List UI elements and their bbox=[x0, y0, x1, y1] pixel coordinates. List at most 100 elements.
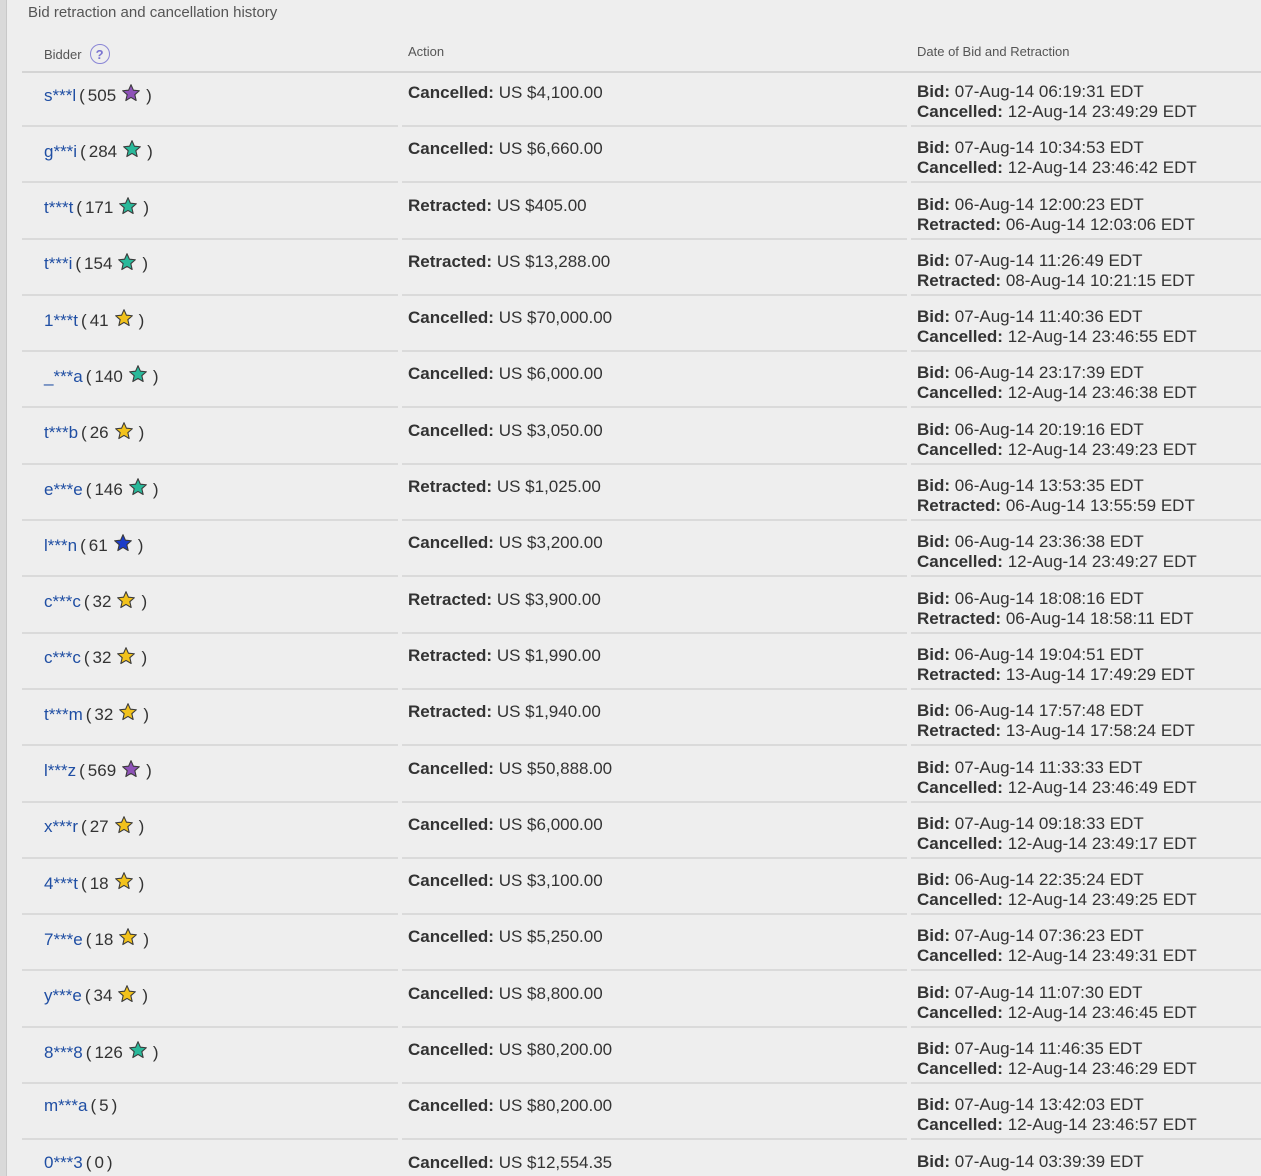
bidder-name-link[interactable]: t***b bbox=[44, 423, 78, 443]
table-row: 4***t ( 18 ) Cancelled: US $3,100.00 Bid… bbox=[22, 861, 1261, 916]
bid-label: Bid: bbox=[917, 1151, 951, 1171]
bidder-name-link[interactable]: t***m bbox=[44, 705, 83, 725]
bid-date-line: Bid: 07-Aug-14 06:19:31 EDT bbox=[917, 82, 1197, 102]
feedback-score-link[interactable]: 146 bbox=[94, 480, 122, 500]
action-amount: US $80,200.00 bbox=[498, 1040, 613, 1060]
date-text: Bid: 07-Aug-14 06:19:31 EDT Cancelled: 1… bbox=[917, 82, 1197, 122]
action-text: Cancelled: US $80,200.00 bbox=[408, 1040, 612, 1060]
bidder-name-link[interactable]: _***a bbox=[44, 367, 83, 387]
yellow-star-icon[interactable] bbox=[114, 815, 134, 835]
feedback-score-link[interactable]: 41 bbox=[90, 311, 109, 331]
date-cell: Bid: 07-Aug-14 11:40:36 EDT Cancelled: 1… bbox=[911, 298, 1261, 353]
feedback-score-link[interactable]: 32 bbox=[93, 648, 112, 668]
feedback-score-link[interactable]: 154 bbox=[84, 254, 112, 274]
bid-date-line: Bid: 07-Aug-14 11:40:36 EDT bbox=[917, 307, 1197, 327]
feedback-score-link[interactable]: 171 bbox=[85, 198, 113, 218]
yellow-star-icon[interactable] bbox=[114, 421, 134, 441]
bidder-info: l***n ( 61 ) bbox=[44, 533, 146, 558]
feedback-score-link[interactable]: 284 bbox=[89, 142, 117, 162]
yellow-star-icon[interactable] bbox=[116, 590, 136, 610]
action-text: Cancelled: US $8,800.00 bbox=[408, 984, 603, 1004]
table-row: c***c ( 32 ) Retracted: US $1,990.00 Bid… bbox=[22, 636, 1261, 690]
feedback-score-link[interactable]: 32 bbox=[94, 705, 113, 725]
feedback-score-link[interactable]: 18 bbox=[90, 874, 109, 894]
bidder-name-link[interactable]: l***z bbox=[44, 761, 76, 781]
star-slot bbox=[109, 308, 136, 333]
teal-star-icon[interactable] bbox=[128, 364, 148, 384]
second-label: Retracted: bbox=[917, 608, 1002, 628]
feedback-score-link[interactable]: 505 bbox=[88, 86, 116, 106]
feedback-score-link[interactable]: 32 bbox=[93, 592, 112, 612]
bidder-name-link[interactable]: l***n bbox=[44, 536, 77, 556]
close-paren: ) bbox=[106, 1152, 113, 1172]
feedback-score-link[interactable]: 140 bbox=[94, 367, 122, 387]
bid-date: 06-Aug-14 12:00:23 EDT bbox=[954, 194, 1144, 214]
bidder-name-link[interactable]: c***c bbox=[44, 592, 81, 612]
bidder-name-link[interactable]: t***i bbox=[44, 254, 72, 274]
teal-star-icon[interactable] bbox=[128, 1040, 148, 1060]
section-title: Bid retraction and cancellation history bbox=[28, 4, 278, 21]
bid-date-line: Bid: 07-Aug-14 03:39:39 EDT bbox=[917, 1152, 1144, 1172]
second-date: 06-Aug-14 18:58:11 EDT bbox=[1005, 608, 1194, 628]
teal-star-icon[interactable] bbox=[117, 252, 137, 272]
yellow-star-icon[interactable] bbox=[114, 871, 134, 891]
teal-star-icon[interactable] bbox=[122, 139, 142, 159]
bidder-name-link[interactable]: 1***t bbox=[44, 311, 78, 331]
action-label: Cancelled: bbox=[408, 1096, 494, 1116]
yellow-star-icon[interactable] bbox=[117, 984, 137, 1004]
bidder-name-link[interactable]: c***c bbox=[44, 648, 81, 668]
bidder-name-link[interactable]: y***e bbox=[44, 986, 82, 1006]
action-amount: US $8,800.00 bbox=[498, 983, 603, 1003]
feedback-score-link[interactable]: 5 bbox=[99, 1096, 108, 1116]
bidder-name-link[interactable]: 8***8 bbox=[44, 1043, 83, 1063]
close-paren: ) bbox=[146, 85, 152, 105]
blue-star-icon[interactable] bbox=[113, 533, 133, 553]
bidder-name-link[interactable]: g***i bbox=[44, 142, 77, 162]
bidder-info: m***a ( 5 ) bbox=[44, 1096, 120, 1116]
bid-date: 07-Aug-14 07:36:23 EDT bbox=[954, 926, 1144, 946]
yellow-star-icon[interactable] bbox=[116, 646, 136, 666]
date-text: Bid: 06-Aug-14 13:53:35 EDT Retracted: 0… bbox=[917, 476, 1195, 516]
help-icon[interactable]: ? bbox=[89, 44, 110, 64]
bidder-info: 0***3 ( 0 ) bbox=[44, 1153, 116, 1173]
feedback-score-link[interactable]: 34 bbox=[93, 986, 112, 1006]
close-paren: ) bbox=[138, 817, 145, 837]
bidder-name-link[interactable]: 0***3 bbox=[44, 1153, 83, 1173]
teal-star-icon[interactable] bbox=[128, 477, 148, 497]
star-slot bbox=[116, 759, 143, 784]
purple-star-icon[interactable] bbox=[121, 759, 141, 779]
feedback-score-link[interactable]: 26 bbox=[90, 423, 109, 443]
feedback-score-link[interactable]: 61 bbox=[89, 536, 108, 556]
feedback-score-link[interactable]: 126 bbox=[94, 1043, 122, 1063]
second-date: 12-Aug-14 23:46:57 EDT bbox=[1007, 1115, 1197, 1135]
feedback-score-link[interactable]: 569 bbox=[88, 761, 116, 781]
yellow-star-icon[interactable] bbox=[114, 308, 134, 328]
star-slot bbox=[109, 871, 136, 896]
bidder-name-link[interactable]: x***r bbox=[44, 817, 78, 837]
feedback-score-link[interactable]: 18 bbox=[94, 930, 113, 950]
table-row: t***t ( 171 ) Retracted: US $405.00 Bid:… bbox=[22, 186, 1261, 240]
feedback-score-link[interactable]: 27 bbox=[90, 817, 109, 837]
date-text: Bid: 06-Aug-14 23:36:38 EDT Cancelled: 1… bbox=[917, 532, 1197, 572]
action-text: Retracted: US $13,288.00 bbox=[408, 252, 610, 272]
feedback-score-link[interactable]: 0 bbox=[94, 1153, 103, 1173]
bidder-name-link[interactable]: m***a bbox=[44, 1096, 87, 1116]
bidder-name-link[interactable]: 7***e bbox=[44, 930, 83, 950]
close-paren: ) bbox=[143, 704, 149, 724]
bidder-name-link[interactable]: t***t bbox=[44, 198, 73, 218]
bidder-cell: c***c ( 32 ) bbox=[22, 636, 398, 690]
table-row: m***a ( 5 ) Cancelled: US $80,200.00 Bid… bbox=[22, 1086, 1261, 1141]
yellow-star-icon[interactable] bbox=[118, 927, 138, 947]
action-amount: US $13,288.00 bbox=[496, 251, 611, 271]
teal-star-icon[interactable] bbox=[118, 196, 138, 216]
date-text: Bid: 06-Aug-14 17:57:48 EDT Retracted: 1… bbox=[917, 701, 1195, 741]
second-label: Retracted: bbox=[917, 214, 1002, 234]
bid-label: Bid: bbox=[917, 870, 951, 890]
bidder-name-link[interactable]: e***e bbox=[44, 480, 83, 500]
purple-star-icon[interactable] bbox=[121, 83, 141, 103]
yellow-star-icon[interactable] bbox=[118, 702, 138, 722]
close-paren: ) bbox=[141, 592, 148, 612]
bidder-name-link[interactable]: s***l bbox=[44, 86, 76, 106]
bidder-name-link[interactable]: 4***t bbox=[44, 874, 78, 894]
table-row: 0***3 ( 0 ) Cancelled: US $12,554.35 Bid… bbox=[22, 1143, 1261, 1176]
